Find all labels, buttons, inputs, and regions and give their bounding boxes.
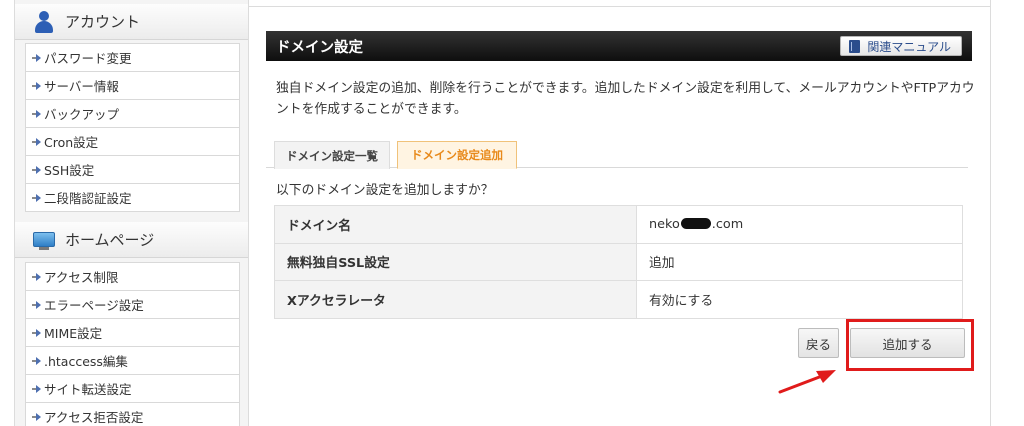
- confirm-table: ドメイン名 neko .com 無料独自SSL設定 追加 Xアクセラレータ 有効に…: [274, 205, 963, 319]
- row-value: 追加: [636, 242, 963, 282]
- sidebar-item-password[interactable]: パスワード変更: [26, 43, 239, 71]
- arrow-right-icon: [32, 193, 42, 203]
- domain-suffix: .com: [711, 216, 744, 232]
- tab-domain-list[interactable]: ドメイン設定一覧: [274, 141, 390, 169]
- table-row: Xアクセラレータ 有効にする: [274, 280, 963, 319]
- section-title-account: アカウント: [65, 13, 141, 31]
- sidebar-item-mime[interactable]: MIME設定: [26, 318, 239, 346]
- domain-prefix: neko: [649, 216, 680, 232]
- sidebar-divider: [248, 0, 249, 426]
- annotation-arrow-icon: [778, 370, 836, 394]
- page-title: ドメイン設定: [276, 39, 363, 56]
- sidebar-item-label: 二段階認証設定: [44, 191, 132, 206]
- sidebar-item-ssh[interactable]: SSH設定: [26, 155, 239, 183]
- homepage-menu: アクセス制限 エラーページ設定 MIME設定 .htaccess編集 サイト転送…: [25, 262, 240, 426]
- section-title-homepage: ホームページ: [65, 231, 155, 249]
- arrow-right-icon: [32, 165, 42, 175]
- row-label: ドメイン名: [274, 205, 637, 244]
- sidebar-item-site-transfer[interactable]: サイト転送設定: [26, 374, 239, 402]
- arrow-right-icon: [32, 272, 42, 282]
- user-icon: [33, 10, 55, 33]
- tab-bar: ドメイン設定一覧 ドメイン設定追加: [266, 138, 968, 169]
- sidebar-item-label: バックアップ: [44, 107, 120, 122]
- page-description: 独自ドメイン設定の追加、削除を行うことができます。追加したドメイン設定を利用して…: [276, 81, 975, 117]
- book-icon: [849, 39, 861, 53]
- table-row: ドメイン名 neko .com: [274, 205, 963, 244]
- frame-right-border: [990, 0, 991, 426]
- sidebar-item-access-deny[interactable]: アクセス拒否設定: [26, 402, 239, 426]
- arrow-right-icon: [32, 81, 42, 91]
- confirm-question: 以下のドメイン設定を追加しますか？: [276, 183, 494, 198]
- account-menu: パスワード変更 サーバー情報 バックアップ Cron設定 SSH設定 二段階認証…: [25, 43, 240, 212]
- row-label: Xアクセラレータ: [274, 280, 637, 319]
- manual-button[interactable]: 関連マニュアル: [840, 36, 962, 56]
- table-row: 無料独自SSL設定 追加: [274, 242, 963, 282]
- domain-value: neko .com: [636, 205, 963, 244]
- tab-domain-add[interactable]: ドメイン設定追加: [397, 141, 517, 169]
- sidebar-item-label: アクセス制限: [44, 270, 119, 285]
- arrow-right-icon: [32, 384, 42, 394]
- sidebar-item-label: サイト転送設定: [44, 382, 132, 397]
- sidebar-item-backup[interactable]: バックアップ: [26, 99, 239, 127]
- arrow-right-icon: [32, 412, 42, 422]
- panel-header: ドメイン設定 関連マニュアル: [266, 31, 972, 61]
- arrow-right-icon: [32, 137, 42, 147]
- arrow-right-icon: [32, 109, 42, 119]
- section-header-homepage: ホームページ: [15, 222, 248, 258]
- sidebar-item-server-info[interactable]: サーバー情報: [26, 71, 239, 99]
- sidebar-item-cron[interactable]: Cron設定: [26, 127, 239, 155]
- sidebar-item-label: サーバー情報: [44, 79, 119, 94]
- sidebar-item-label: SSH設定: [44, 163, 95, 178]
- tab-label: ドメイン設定追加: [411, 148, 503, 162]
- sidebar-item-label: エラーページ設定: [44, 298, 144, 313]
- manual-button-label: 関連マニュアル: [867, 39, 951, 54]
- arrow-right-icon: [32, 300, 42, 310]
- row-value: 有効にする: [636, 280, 963, 319]
- sidebar-item-label: パスワード変更: [44, 51, 132, 66]
- add-button[interactable]: 追加する: [850, 328, 965, 358]
- sidebar-item-htaccess[interactable]: .htaccess編集: [26, 346, 239, 374]
- sidebar-item-access-limit[interactable]: アクセス制限: [26, 262, 239, 290]
- monitor-icon: [33, 229, 55, 251]
- frame-left-border: [14, 0, 15, 426]
- arrow-right-icon: [32, 328, 42, 338]
- frame-top-border: [248, 6, 990, 7]
- sidebar-item-label: Cron設定: [44, 135, 99, 150]
- sidebar-item-label: MIME設定: [44, 326, 103, 341]
- sidebar-item-label: .htaccess編集: [44, 354, 128, 369]
- arrow-right-icon: [32, 356, 42, 366]
- redaction-mark: [680, 217, 711, 229]
- sidebar-item-label: アクセス拒否設定: [44, 410, 144, 425]
- tab-label: ドメイン設定一覧: [286, 148, 378, 163]
- back-button[interactable]: 戻る: [798, 328, 839, 358]
- sidebar-item-error-page[interactable]: エラーページ設定: [26, 290, 239, 318]
- section-header-account: アカウント: [15, 4, 248, 40]
- sidebar-item-two-factor[interactable]: 二段階認証設定: [26, 183, 239, 211]
- arrow-right-icon: [32, 53, 42, 63]
- row-label: 無料独自SSL設定: [274, 242, 637, 282]
